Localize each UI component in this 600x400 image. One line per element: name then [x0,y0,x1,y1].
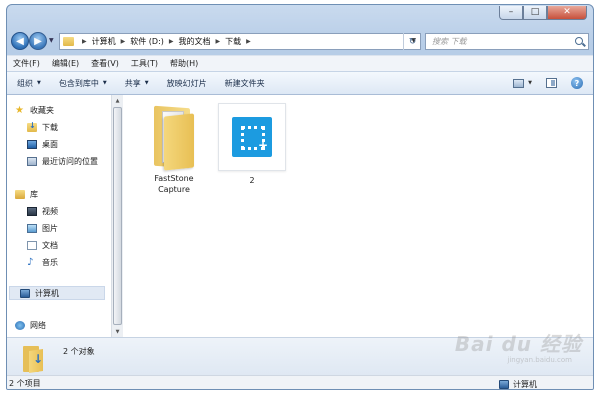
refresh-icon: ↻ [408,36,417,47]
downloads-folder-icon [27,121,37,132]
recent-places-icon [27,157,37,166]
nav-item-music[interactable]: ♪ 音乐 [27,257,58,268]
nav-libraries[interactable]: 库 [15,189,38,200]
command-bar: 组织 ▼ 包含到库中 ▼ 共享 ▼ 放映幻灯片 新建文件夹 ▼ ? [7,71,593,95]
search-input[interactable] [426,37,566,46]
file-label: 2 [249,176,255,185]
document-icon [27,241,37,250]
change-view-icon[interactable] [513,78,525,88]
menu-bar: 文件(F) 编辑(E) 查看(V) 工具(T) 帮助(H) [7,55,593,71]
file-thumbnail [218,103,286,171]
nav-favorites[interactable]: ★ 收藏夹 [15,105,54,116]
breadcrumb-root-arrow[interactable]: ▶ [77,38,92,45]
faststone-capture-app-icon [232,117,272,157]
breadcrumb-drive-d[interactable]: 软件 (D:) ▶ [130,36,178,47]
search-icon[interactable] [575,37,583,45]
folder-icon [63,37,74,46]
refresh-button[interactable]: ↻ [403,33,421,50]
status-location: 计算机 [499,379,537,389]
arrow-right-icon: ▶ [34,35,42,47]
nav-computer[interactable]: 计算机 [9,286,105,300]
help-icon[interactable]: ? [571,77,583,89]
menu-file[interactable]: 文件(F) [13,58,40,69]
breadcrumb-my-documents[interactable]: 我的文档 ▶ [179,36,226,47]
nav-item-documents[interactable]: 文档 [27,240,58,251]
details-item-count: 2 个对象 [63,347,95,356]
search-box [425,33,589,50]
nav-item-desktop[interactable]: 桌面 [27,139,58,150]
watermark: Bai du 经验 [454,332,582,356]
view-options-dropdown[interactable]: ▼ [528,80,532,86]
status-item-count: 2 个项目 [9,379,41,388]
back-button[interactable]: ◀ [11,32,29,50]
desktop-icon [27,140,37,149]
preview-pane-icon[interactable] [546,78,557,88]
file-item-2[interactable]: 2 [217,103,287,186]
chevron-down-icon: ▼ [102,80,107,86]
menu-help[interactable]: 帮助(H) [170,58,198,69]
include-in-library-button[interactable]: 包含到库中 ▼ [59,78,107,89]
nav-item-recent-places[interactable]: 最近访问的位置 [27,156,98,167]
video-icon [27,207,37,216]
view-controls: ▼ ? [513,77,583,89]
chevron-down-icon: ▼ [144,80,149,86]
navigation-pane: ★ 收藏夹 下载 桌面 最近访问的位置 库 视频 图片 文档 [7,95,111,337]
music-icon: ♪ [27,257,34,268]
computer-icon [499,380,509,389]
arrow-left-icon: ◀ [16,35,24,47]
nav-network[interactable]: 网络 [15,320,46,331]
picture-icon [27,224,37,233]
maximize-button[interactable]: □ [523,6,547,20]
address-bar[interactable]: ▶ 计算机 ▶ 软件 (D:) ▶ 我的文档 ▶ 下载 ▶ ▼ [59,33,421,50]
chevron-down-icon: ▼ [37,80,41,86]
title-bar: – □ ✕ [7,5,593,29]
nav-item-downloads[interactable]: 下载 [27,121,58,133]
menu-edit[interactable]: 编辑(E) [52,58,79,69]
forward-button[interactable]: ▶ [29,32,47,50]
share-button[interactable]: 共享 ▼ [125,78,149,89]
close-button[interactable]: ✕ [547,6,587,20]
breadcrumb-computer[interactable]: 计算机 ▶ [92,36,131,47]
library-icon [15,190,25,199]
breadcrumb-downloads[interactable]: 下载 ▶ [225,36,256,47]
minimize-button[interactable]: – [499,6,523,20]
computer-icon [20,288,30,298]
star-icon: ★ [15,104,24,116]
slideshow-button[interactable]: 放映幻灯片 [167,78,207,89]
network-icon [15,321,25,330]
scrollbar-thumb[interactable] [113,107,122,325]
status-bar: 2 个项目 计算机 [7,375,593,389]
downloads-folder-icon: ↓ [23,344,45,373]
watermark-url: jingyan.baidu.com [507,356,572,364]
menu-tools[interactable]: 工具(T) [131,58,158,69]
nav-scrollbar[interactable]: ▲ ▼ [111,95,123,337]
file-label: FastStone Capture [154,174,194,194]
window-controls: – □ ✕ [499,6,587,20]
menu-view[interactable]: 查看(V) [91,58,119,69]
nav-item-videos[interactable]: 视频 [27,206,58,217]
scroll-up-icon[interactable]: ▲ [112,95,123,106]
file-item-faststone-capture[interactable]: FastStone Capture [139,101,209,195]
folder-icon [152,101,196,171]
navigation-row: ◀ ▶ ▼ ▶ 计算机 ▶ 软件 (D:) ▶ 我的文档 ▶ 下载 ▶ ▼ ↻ [7,29,593,55]
scroll-down-icon[interactable]: ▼ [112,326,123,337]
file-list: FastStone Capture 2 [123,95,593,337]
nav-item-pictures[interactable]: 图片 [27,223,58,234]
recent-pages-dropdown[interactable]: ▼ [49,37,54,44]
new-folder-button[interactable]: 新建文件夹 [225,78,265,89]
organize-button[interactable]: 组织 ▼ [17,78,41,89]
